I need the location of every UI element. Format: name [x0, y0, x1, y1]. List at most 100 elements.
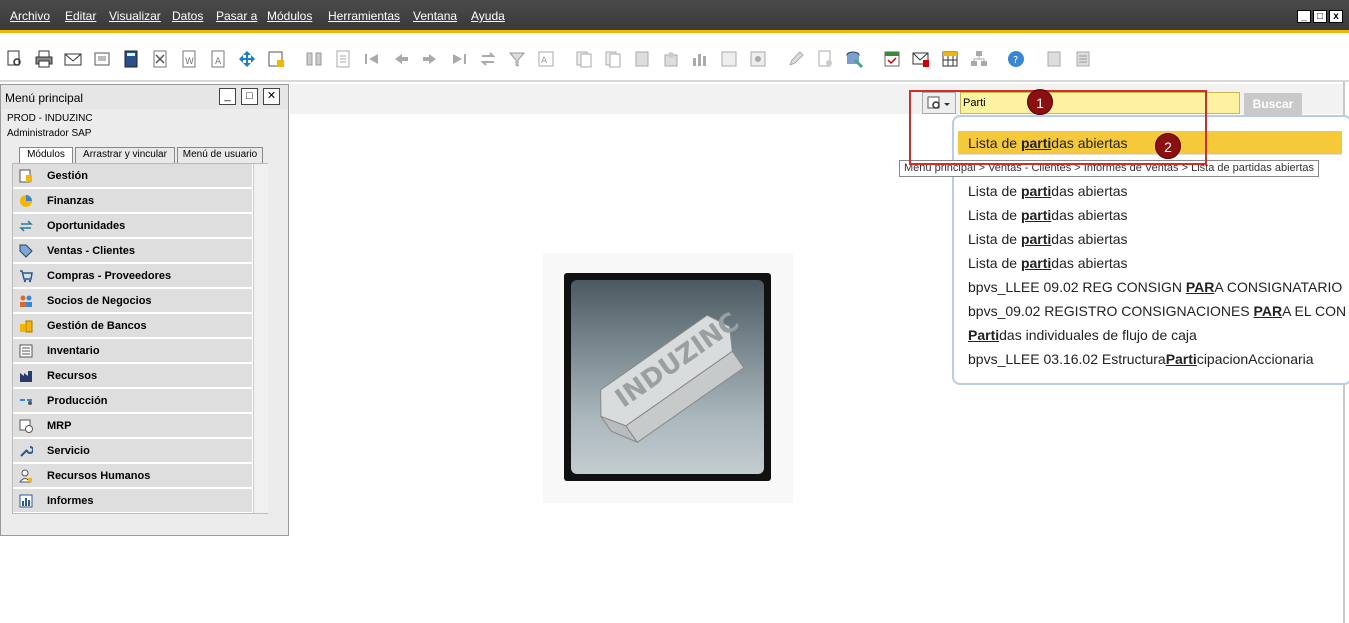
module-compras-proveedores[interactable]: Compras - Proveedores	[13, 264, 252, 288]
report-icon[interactable]	[1074, 50, 1092, 68]
preview-icon[interactable]	[6, 50, 24, 68]
target-document-icon[interactable]	[604, 50, 622, 68]
find-icon[interactable]	[305, 50, 323, 68]
module-inventario[interactable]: Inventario	[13, 339, 252, 363]
main-menu-minimize-button[interactable]: _	[219, 88, 236, 105]
close-button[interactable]: x	[1329, 10, 1343, 23]
module-oportunidades[interactable]: Oportunidades	[13, 214, 252, 238]
first-record-icon[interactable]	[363, 50, 381, 68]
factory-icon	[20, 371, 32, 382]
next-record-icon[interactable]	[421, 50, 439, 68]
calculator-icon[interactable]	[122, 50, 140, 68]
search-result-5[interactable]: Lista de partidas abiertas	[968, 251, 1128, 275]
email-icon[interactable]	[64, 50, 82, 68]
fax-icon[interactable]	[93, 50, 111, 68]
pick-list-icon[interactable]	[1045, 50, 1063, 68]
toolbar: W A A ?	[0, 36, 1349, 82]
module-recursos[interactable]: Recursos	[13, 364, 252, 388]
menu-ayuda[interactable]: Ayuda	[471, 9, 505, 23]
user-name: Administrador SAP	[7, 128, 92, 139]
add-icon[interactable]	[334, 50, 352, 68]
spreadsheet-icon[interactable]	[941, 50, 959, 68]
menu-datos[interactable]: Datos	[172, 9, 203, 23]
company-name: PROD - INDUZINC	[7, 113, 93, 124]
transaction-journal-icon[interactable]	[633, 50, 651, 68]
search-result-3[interactable]: Lista de partidas abiertas	[968, 203, 1128, 227]
sort-icon[interactable]: A	[537, 50, 555, 68]
previous-record-icon[interactable]	[392, 50, 410, 68]
search-result-8[interactable]: Partidas individuales de flujo de caja	[968, 323, 1197, 347]
excel-export-icon[interactable]	[151, 50, 169, 68]
module-informes[interactable]: Informes	[13, 489, 252, 513]
inventory-icon	[19, 344, 33, 358]
search-result-6[interactable]: bpvs_LLEE 09.02 REG CONSIGN PARA CONSIGN…	[968, 275, 1349, 299]
query-wizard-icon[interactable]	[845, 50, 863, 68]
main-menu-titlebar[interactable]: Menú principal _ □ ✕	[1, 85, 288, 109]
reports-icon	[19, 494, 33, 508]
module-produccion[interactable]: Producción	[13, 389, 252, 413]
menu-visualizar[interactable]: Visualizar	[109, 9, 161, 23]
svg-text:A: A	[541, 56, 548, 66]
org-chart-icon[interactable]	[970, 50, 988, 68]
filter-icon[interactable]	[508, 50, 526, 68]
calendar-icon[interactable]	[883, 50, 901, 68]
menu-herramientas[interactable]: Herramientas	[328, 9, 400, 23]
module-gestion-de-bancos[interactable]: Gestión de Bancos	[13, 314, 252, 338]
word-export-icon[interactable]: W	[180, 50, 198, 68]
base-document-icon[interactable]	[575, 50, 593, 68]
search-result-2[interactable]: Lista de partidas abiertas	[968, 179, 1128, 203]
move-icon[interactable]	[238, 50, 256, 68]
pdf-export-icon[interactable]: A	[209, 50, 227, 68]
gross-profit-icon[interactable]	[691, 50, 709, 68]
module-recursos-humanos[interactable]: Recursos Humanos	[13, 464, 252, 488]
search-result-9[interactable]: bpvs_LLEE 03.16.02 EstructuraParticipaci…	[968, 347, 1314, 371]
module-socios-de-negocios[interactable]: Socios de Negocios	[13, 289, 252, 313]
print-icon[interactable]	[35, 50, 53, 68]
edit-icon[interactable]	[787, 50, 805, 68]
main-menu-title: Menú principal	[5, 91, 84, 105]
menu-editar[interactable]: Editar	[65, 9, 96, 23]
company-logo: INDUZINC	[564, 273, 771, 481]
module-servicio[interactable]: Servicio	[13, 439, 252, 463]
help-icon[interactable]: ?	[1007, 50, 1025, 68]
tab-modulos[interactable]: Módulos	[19, 147, 73, 163]
last-record-icon[interactable]	[450, 50, 468, 68]
annotation-badge-1: 1	[1027, 89, 1053, 115]
main-menu-maximize-button[interactable]: □	[241, 88, 258, 105]
minimize-button[interactable]: _	[1297, 10, 1311, 23]
volume-weight-icon[interactable]	[720, 50, 738, 68]
pie-chart-icon	[20, 195, 32, 207]
search-result-4[interactable]: Lista de partidas abiertas	[968, 227, 1128, 251]
modules-scrollbar[interactable]	[253, 164, 268, 513]
restore-button[interactable]: □	[1313, 10, 1327, 23]
menu-archivo[interactable]: Archivo	[10, 9, 50, 23]
module-ventas-clientes[interactable]: Ventas - Clientes	[13, 239, 252, 263]
module-finanzas[interactable]: Finanzas	[13, 189, 252, 213]
search-button[interactable]: Buscar	[1244, 93, 1302, 115]
administration-icon	[19, 169, 32, 183]
messages-icon[interactable]	[912, 50, 930, 68]
module-mrp[interactable]: MRP	[13, 414, 252, 438]
settings-icon[interactable]	[749, 50, 767, 68]
production-icon	[20, 399, 32, 405]
main-menu-close-button[interactable]: ✕	[263, 88, 280, 105]
person-icon	[19, 469, 32, 483]
silver-ingot-icon: INDUZINC	[599, 307, 745, 444]
mrp-icon	[19, 419, 33, 433]
menu-pasar-a[interactable]: Pasar a	[216, 9, 257, 23]
cart-icon	[20, 270, 33, 283]
module-gestion[interactable]: Gestión	[13, 164, 252, 188]
payment-means-icon[interactable]	[662, 50, 680, 68]
tab-menu-de-usuario[interactable]: Menú de usuario	[177, 147, 263, 163]
tab-arrastrar-y-vincular[interactable]: Arrastrar y vincular	[75, 147, 175, 163]
menu-ventana[interactable]: Ventana	[413, 9, 457, 23]
sales-tag-icon	[19, 244, 33, 258]
svg-text:?: ?	[1013, 55, 1018, 66]
svg-text:W: W	[185, 57, 194, 67]
svg-text:A: A	[215, 57, 222, 67]
refresh-icon[interactable]	[479, 50, 497, 68]
form-settings-icon[interactable]	[267, 50, 285, 68]
menu-modulos[interactable]: Módulos	[267, 9, 312, 23]
search-result-7[interactable]: bpvs_09.02 REGISTRO CONSIGNACIONES PARA …	[968, 299, 1349, 323]
document-settings-icon[interactable]	[816, 50, 834, 68]
